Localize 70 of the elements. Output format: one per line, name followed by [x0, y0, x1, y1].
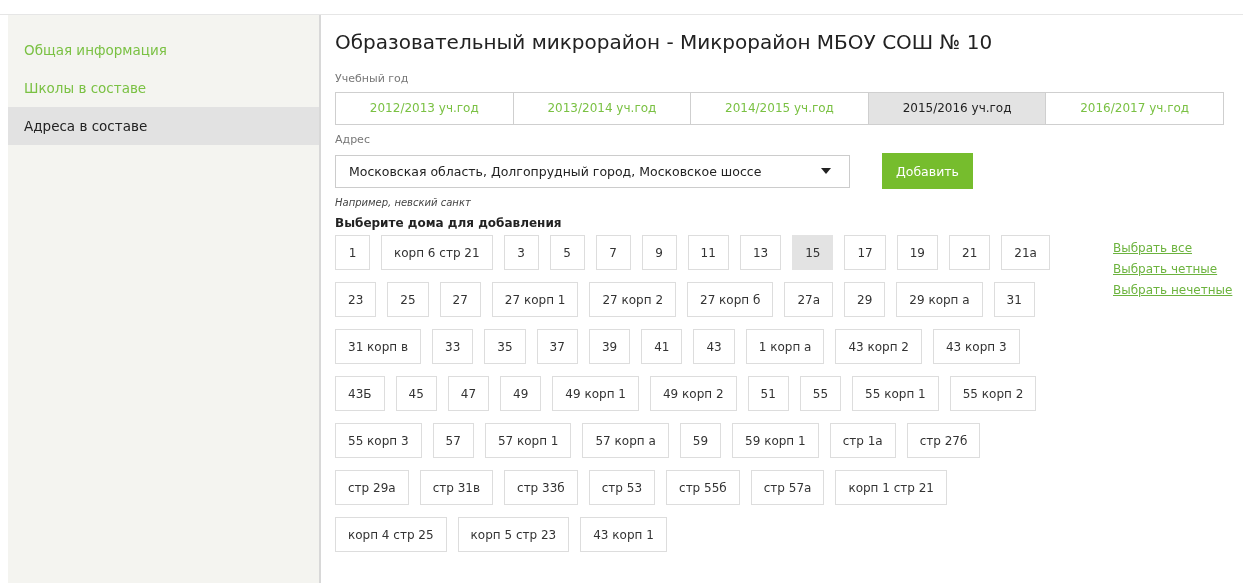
house-button[interactable]: стр 1а — [829, 423, 896, 458]
house-button[interactable]: 33 — [432, 329, 474, 364]
house-button[interactable]: 43 корп 3 — [933, 329, 1020, 364]
house-button[interactable]: корп 1 стр 21 — [835, 470, 947, 505]
house-button[interactable]: 57 корп а — [582, 423, 669, 458]
house-button[interactable]: 37 — [536, 329, 578, 364]
house-button[interactable]: 43 корп 2 — [835, 329, 922, 364]
house-button[interactable]: 55 корп 3 — [335, 423, 422, 458]
sidebar-item[interactable]: Адреса в составе — [8, 107, 319, 145]
house-button[interactable]: 43 — [693, 329, 735, 364]
house-button[interactable]: 27 корп 1 — [491, 282, 579, 317]
house-button[interactable]: 55 — [799, 376, 842, 411]
house-button[interactable]: 49 корп 1 — [552, 376, 639, 411]
house-button[interactable]: 31 — [993, 282, 1035, 317]
house-button[interactable]: 9 — [641, 235, 677, 270]
house-button[interactable]: 1 корп а — [745, 329, 825, 364]
house-button[interactable]: 13 — [739, 235, 782, 270]
year-tab[interactable]: 2015/2016 уч.год — [867, 92, 1047, 125]
house-button[interactable]: 27 корп 2 — [589, 282, 677, 317]
house-button[interactable]: 29 — [844, 282, 886, 317]
house-button[interactable]: 17 — [844, 235, 886, 270]
house-button[interactable]: 27 — [439, 282, 481, 317]
house-button[interactable]: корп 4 стр 25 — [335, 517, 447, 552]
house-button[interactable]: 39 — [588, 329, 631, 364]
section-heading: Выберите дома для добавления — [335, 216, 563, 230]
house-button[interactable]: 55 корп 1 — [852, 376, 939, 411]
house-button[interactable]: 15 — [792, 235, 834, 270]
house-button[interactable]: корп 6 стр 21 — [381, 235, 493, 270]
house-button[interactable]: 11 — [687, 235, 729, 270]
house-button[interactable]: 25 — [387, 282, 429, 317]
house-button[interactable]: 23 — [335, 282, 377, 317]
field-label: Адрес — [335, 133, 371, 146]
house-button[interactable]: стр 27б — [906, 423, 981, 458]
caret-icon — [821, 168, 831, 174]
house-button[interactable]: 55 корп 2 — [949, 376, 1037, 411]
house-button[interactable]: 19 — [896, 235, 938, 270]
house-button[interactable]: 49 корп 2 — [649, 376, 737, 411]
house-button[interactable]: корп 5 стр 23 — [457, 517, 570, 552]
house-button[interactable]: 57 корп 1 — [484, 423, 572, 458]
field-label: Учебный год — [335, 72, 410, 85]
hint-text: Например, невский санкт — [335, 197, 472, 208]
house-button[interactable]: стр 55б — [666, 470, 740, 505]
address-dropdown[interactable]: Московская область, Долгопрудный город, Московское шоссе — [335, 154, 850, 188]
house-button[interactable]: 41 — [641, 329, 683, 364]
house-button[interactable]: 3 — [503, 235, 539, 270]
house-button[interactable]: стр 29а — [335, 470, 409, 505]
house-button[interactable]: стр 53 — [588, 470, 656, 505]
house-button[interactable]: 21а — [1001, 235, 1050, 270]
house-button[interactable]: 27а — [784, 282, 833, 317]
house-button[interactable]: стр 33б — [504, 470, 578, 505]
house-button[interactable]: 59 — [679, 423, 722, 458]
house-button[interactable]: стр 31в — [419, 470, 494, 505]
house-button[interactable]: 43Б — [335, 376, 385, 411]
house-button[interactable]: 5 — [549, 235, 585, 270]
house-button[interactable]: 27 корп б — [687, 282, 774, 317]
house-button[interactable]: 45 — [395, 376, 437, 411]
house-button[interactable]: 29 корп а — [896, 282, 983, 317]
house-button[interactable]: 1 — [335, 235, 370, 270]
house-button[interactable]: 59 корп 1 — [732, 423, 819, 458]
house-button[interactable]: 51 — [747, 376, 789, 411]
house-button[interactable]: 57 — [432, 423, 474, 458]
house-button[interactable]: 21 — [949, 235, 991, 270]
house-button[interactable]: 35 — [484, 329, 526, 364]
house-button[interactable]: 49 — [500, 376, 542, 411]
house-button[interactable]: стр 57а — [750, 470, 825, 505]
house-button[interactable]: 31 корп в — [335, 329, 422, 364]
house-button[interactable]: 7 — [595, 235, 631, 270]
house-button[interactable]: 43 корп 1 — [580, 517, 667, 552]
page-title: Образовательный микрорайон - Микрорайон МБОУ СОШ № 10 — [335, 30, 994, 56]
house-button[interactable]: 47 — [447, 376, 490, 411]
